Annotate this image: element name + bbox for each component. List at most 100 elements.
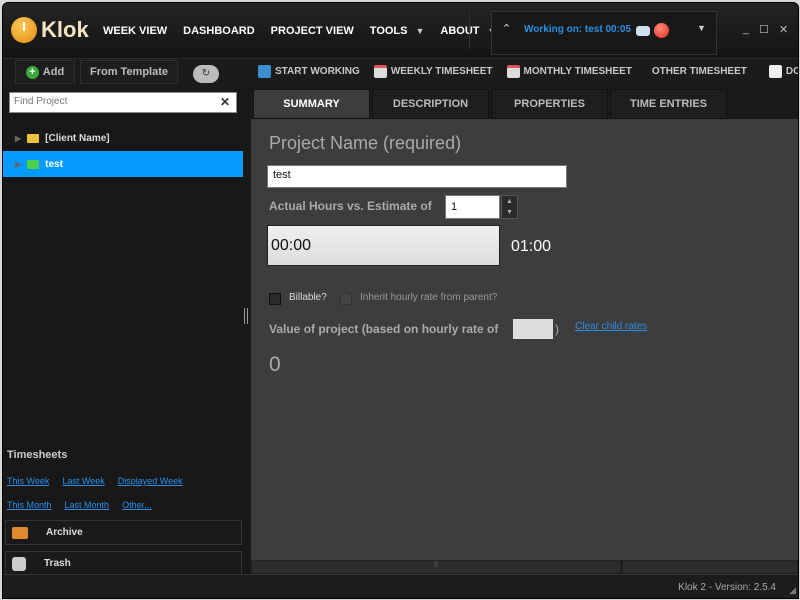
- nav-about-label: ABOUT: [440, 25, 480, 37]
- folder-icon: [27, 133, 40, 143]
- chevron-down-icon[interactable]: ▼: [697, 23, 706, 33]
- nav-dashboard[interactable]: DASHBOARD: [183, 25, 255, 37]
- download-label: DOWNL: [785, 66, 798, 77]
- expand-icon[interactable]: ▶: [15, 160, 21, 169]
- version-text: Klok 2 - Version: 2.5.4: [678, 582, 776, 593]
- from-template-button[interactable]: From Template: [80, 60, 178, 84]
- other-timesheet-button[interactable]: OTHER TIMESHEET: [652, 65, 747, 78]
- other-link[interactable]: Other...: [122, 500, 152, 510]
- displayed-week-link[interactable]: Displayed Week: [118, 476, 183, 486]
- alarm-clock-icon: [258, 65, 271, 78]
- value-label: Value of project (based on hourly rate o…: [269, 322, 499, 336]
- trash-button[interactable]: Trash: [5, 551, 242, 576]
- tab-summary[interactable]: SUMMARY: [253, 89, 370, 119]
- add-button[interactable]: + Add: [15, 60, 75, 84]
- splitter-handle[interactable]: [244, 308, 248, 324]
- folder-icon: [27, 159, 40, 169]
- inherit-rate-checkbox[interactable]: [340, 293, 352, 305]
- inherit-rate-label: Inherit hourly rate from parent?: [360, 292, 498, 303]
- main-nav: WEEK VIEW DASHBOARD PROJECT VIEW TOOLS ▼ …: [103, 25, 496, 37]
- nav-project-view[interactable]: PROJECT VIEW: [271, 25, 354, 37]
- app-window: Klok WEEK VIEW DASHBOARD PROJECT VIEW TO…: [2, 2, 799, 599]
- archive-button[interactable]: Archive: [5, 520, 242, 545]
- nav-tools[interactable]: TOOLS ▼: [370, 25, 425, 37]
- download-icon: [768, 65, 782, 78]
- divider: [469, 13, 470, 49]
- app-name: Klok: [41, 17, 89, 42]
- calendar-icon: [506, 65, 520, 78]
- template-label: From Template: [89, 66, 169, 78]
- actual-hours-bar: 00:00: [267, 225, 500, 266]
- resize-grip-icon[interactable]: ◢: [789, 585, 796, 596]
- weekly-timesheet-label: WEEKLY TIMESHEET: [390, 66, 493, 77]
- calendar-icon: [373, 65, 387, 78]
- timesheets-heading: Timesheets: [7, 449, 68, 461]
- tree-item-test[interactable]: ▶ test: [3, 151, 243, 177]
- actual-time: 00:00: [271, 237, 312, 254]
- timesheet-links-week: This Week Last Week Displayed Week: [7, 476, 196, 486]
- trash-icon: [12, 556, 26, 571]
- tab-bar: SUMMARY DESCRIPTION PROPERTIES TIME ENTR…: [251, 89, 798, 119]
- tab-time-entries[interactable]: TIME ENTRIES: [610, 89, 727, 119]
- project-tree: ▶ [Client Name] ▶ test: [3, 125, 243, 177]
- other-timesheet-label: OTHER TIMESHEET: [651, 66, 747, 77]
- close-paren: ): [555, 322, 559, 336]
- top-bar: Klok WEEK VIEW DASHBOARD PROJECT VIEW TO…: [3, 3, 798, 59]
- tree-item-label: test: [45, 158, 63, 170]
- close-icon[interactable]: ✕: [779, 23, 788, 36]
- tree-item-client[interactable]: ▶ [Client Name]: [3, 125, 243, 151]
- estimate-stepper[interactable]: ▲ ▼: [501, 195, 518, 219]
- project-name-input[interactable]: test: [267, 165, 567, 188]
- clear-child-rates-link[interactable]: Clear child rates: [575, 321, 647, 332]
- hourly-rate-input[interactable]: [513, 319, 553, 339]
- nav-tools-label: TOOLS: [369, 25, 408, 37]
- add-note-icon[interactable]: [636, 26, 650, 36]
- tab-properties[interactable]: PROPERTIES: [491, 89, 608, 119]
- minimize-icon[interactable]: _: [743, 23, 749, 36]
- toolbar: START WORKING WEEKLY TIMESHEET MONTHLY T…: [258, 65, 798, 78]
- expand-icon[interactable]: ▶: [15, 134, 21, 143]
- cloud-sync-icon[interactable]: ↻: [193, 65, 219, 83]
- nav-week-view[interactable]: WEEK VIEW: [103, 25, 167, 37]
- find-project-input[interactable]: Find Project ✕: [9, 92, 237, 113]
- this-month-link[interactable]: This Month: [7, 500, 52, 510]
- status-bar: Klok 2 - Version: 2.5.4 ◢: [3, 574, 798, 598]
- search-placeholder: Find Project: [14, 96, 68, 107]
- billable-checkbox[interactable]: [269, 293, 281, 305]
- clock-icon: [11, 17, 37, 43]
- archive-icon: [12, 526, 28, 539]
- working-status: Working on: test 00:05: [524, 24, 632, 35]
- project-name-label: Project Name (required): [269, 133, 462, 153]
- last-week-link[interactable]: Last Week: [62, 476, 104, 486]
- monthly-timesheet-label: MONTHLY TIMESHEET: [523, 66, 632, 77]
- maximize-icon[interactable]: ☐: [759, 23, 769, 36]
- estimate-label: Actual Hours vs. Estimate of: [269, 199, 432, 213]
- monthly-timesheet-button[interactable]: MONTHLY TIMESHEET: [506, 65, 632, 78]
- archive-label: Archive: [46, 527, 83, 538]
- plus-icon: +: [25, 65, 39, 79]
- window-controls: _ ☐ ✕: [743, 23, 788, 36]
- start-working-button[interactable]: START WORKING: [258, 65, 360, 78]
- start-working-label: START WORKING: [275, 66, 360, 77]
- add-label: Add: [42, 66, 65, 78]
- chevron-up-icon[interactable]: ⌃: [502, 22, 511, 35]
- download-button[interactable]: DOWNL: [768, 65, 798, 78]
- tab-description[interactable]: DESCRIPTION: [372, 89, 489, 119]
- decrement-icon[interactable]: ▼: [502, 207, 517, 218]
- horizontal-scrollbar[interactable]: ⠿: [251, 560, 621, 574]
- last-month-link[interactable]: Last Month: [65, 500, 110, 510]
- main-panel: SUMMARY DESCRIPTION PROPERTIES TIME ENTR…: [251, 89, 798, 560]
- chevron-down-icon: ▼: [415, 26, 425, 36]
- scrollbar-track: [622, 560, 798, 574]
- stop-recording-button[interactable]: [654, 23, 669, 38]
- tree-item-label: [Client Name]: [45, 132, 110, 144]
- weekly-timesheet-button[interactable]: WEEKLY TIMESHEET: [373, 65, 493, 78]
- trash-label: Trash: [44, 558, 71, 569]
- billable-label: Billable?: [289, 292, 327, 303]
- project-value: 0: [269, 353, 281, 376]
- estimate-input[interactable]: 1: [445, 195, 500, 219]
- working-panel: ⌃ Working on: test 00:05: [491, 11, 717, 55]
- this-week-link[interactable]: This Week: [7, 476, 49, 486]
- clear-search-icon[interactable]: ✕: [220, 95, 230, 109]
- increment-icon[interactable]: ▲: [502, 196, 517, 207]
